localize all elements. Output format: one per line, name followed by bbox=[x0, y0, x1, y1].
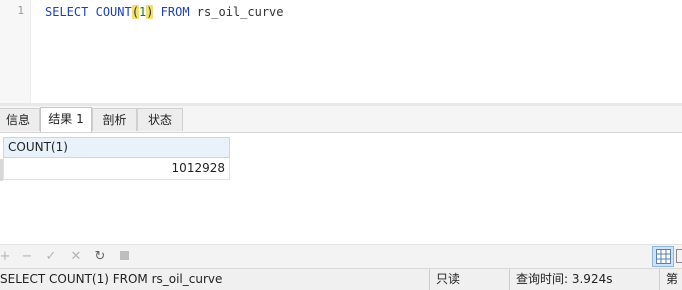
tab-info[interactable]: 信息 bbox=[0, 108, 40, 131]
minus-icon[interactable]: − bbox=[18, 247, 36, 267]
grid-view-icon[interactable] bbox=[652, 246, 674, 267]
table-name: rs_oil_curve bbox=[196, 5, 284, 19]
status-bar: SELECT COUNT(1) FROM rs_oil_curve 只读 查询时… bbox=[0, 268, 682, 290]
keyword-select: SELECT bbox=[45, 5, 89, 19]
status-divider bbox=[509, 269, 510, 290]
result-tabbar: 信息 结果 1 剖析 状态 bbox=[0, 106, 682, 133]
status-query-text: SELECT COUNT(1) FROM rs_oil_curve bbox=[0, 272, 223, 286]
paren-open: ( bbox=[131, 5, 139, 19]
status-readonly: 只读 bbox=[436, 272, 461, 286]
tab-profile[interactable]: 剖析 bbox=[92, 108, 137, 131]
refresh-icon[interactable]: ↻ bbox=[91, 247, 109, 267]
status-divider bbox=[659, 269, 660, 290]
status-divider bbox=[429, 269, 430, 290]
stop-icon[interactable] bbox=[115, 247, 133, 267]
function-count: COUNT bbox=[95, 5, 132, 19]
code-line[interactable]: SELECT COUNT(1) FROM rs_oil_curve bbox=[45, 3, 284, 21]
keyword-from: FROM bbox=[160, 5, 190, 19]
check-icon[interactable]: ✓ bbox=[42, 247, 60, 267]
x-icon[interactable]: ✕ bbox=[67, 247, 85, 267]
result-cell[interactable]: 1012928 bbox=[3, 158, 230, 180]
tab-status[interactable]: 状态 bbox=[137, 108, 183, 131]
paren-close: ) bbox=[146, 5, 154, 19]
line-number: 1 bbox=[17, 4, 24, 17]
status-record-position: 第 bbox=[666, 272, 679, 286]
status-query-time: 查询时间: 3.924s bbox=[516, 272, 613, 286]
form-view-icon[interactable] bbox=[676, 249, 682, 263]
tab-result-1[interactable]: 结果 1 bbox=[40, 107, 92, 132]
plus-icon[interactable]: + bbox=[0, 247, 14, 267]
grid-toolbar: + − ✓ ✕ ↻ bbox=[0, 244, 682, 269]
column-header-count[interactable]: COUNT(1) bbox=[3, 137, 230, 158]
line-gutter: 1 bbox=[0, 0, 31, 103]
sql-editor[interactable]: 1 SELECT COUNT(1) FROM rs_oil_curve bbox=[0, 0, 682, 103]
